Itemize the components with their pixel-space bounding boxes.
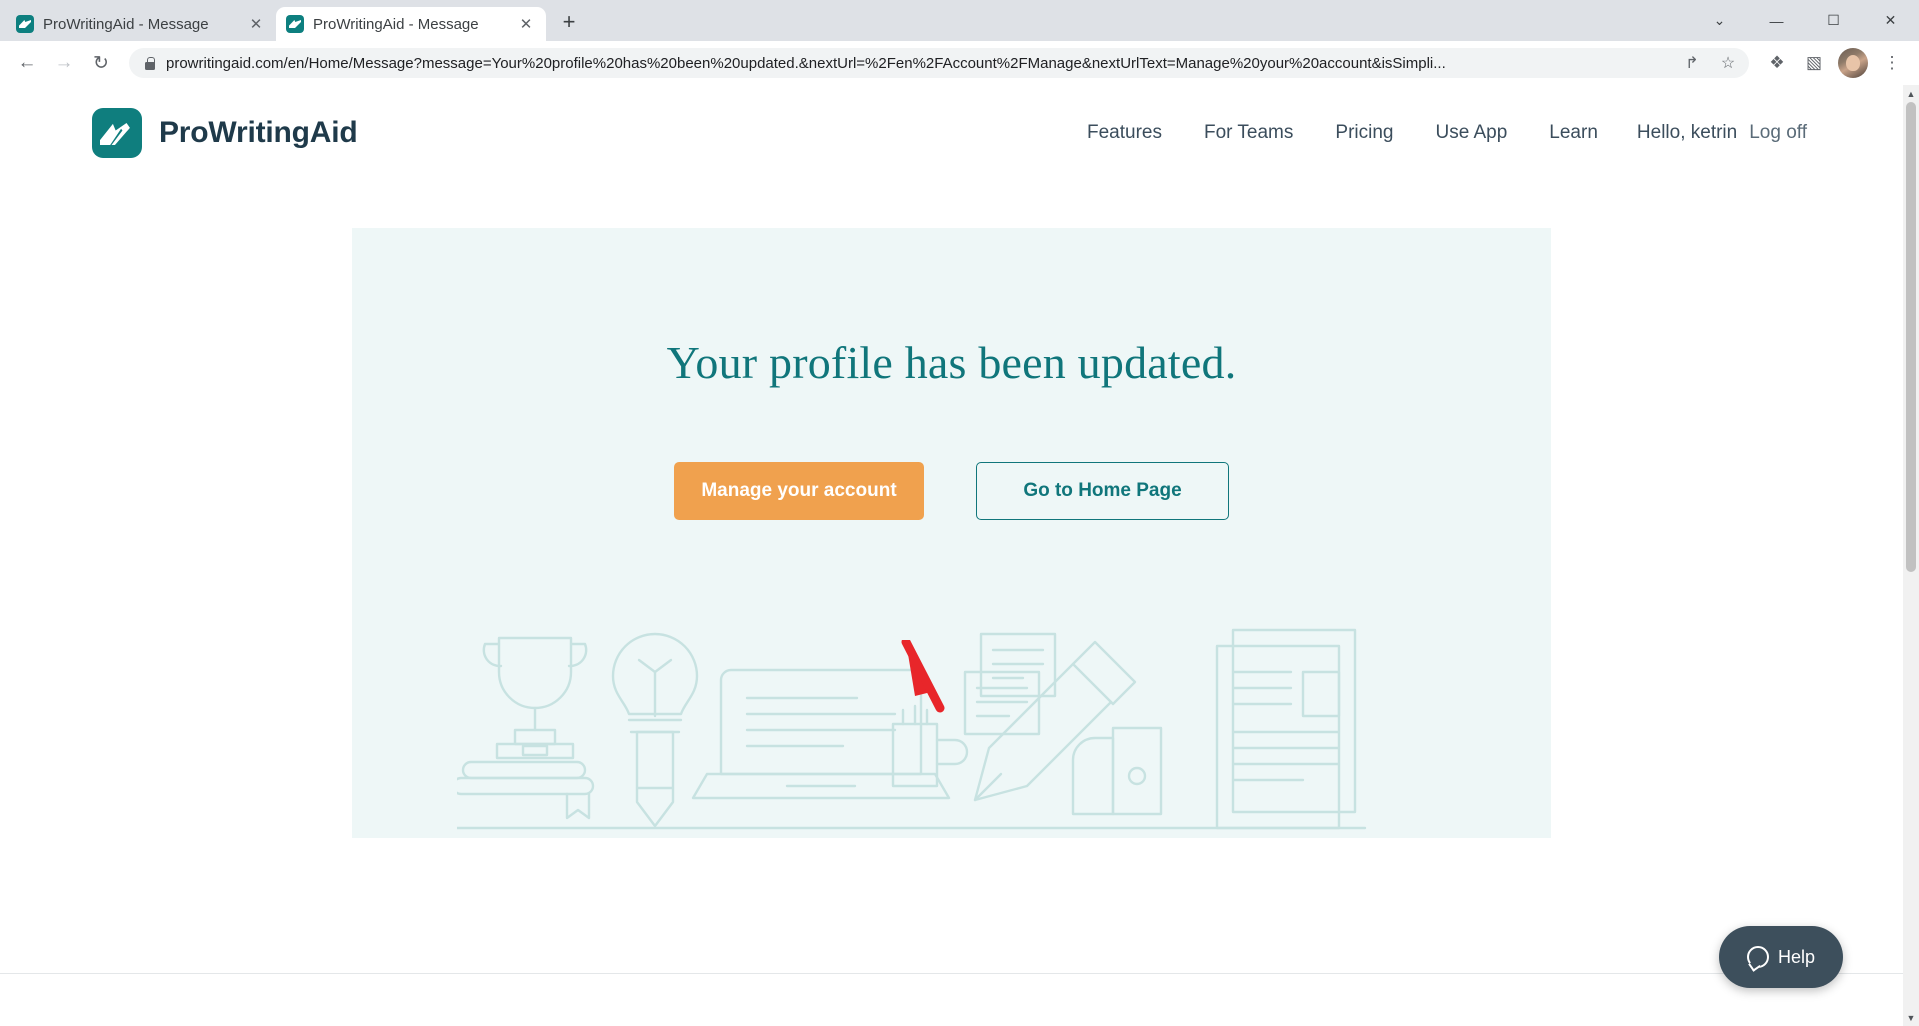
site-header: ProWritingAid Features For Teams Pricing… bbox=[0, 85, 1903, 181]
go-to-home-page-button[interactable]: Go to Home Page bbox=[976, 462, 1229, 520]
scroll-down-arrow-icon[interactable]: ▼ bbox=[1903, 1009, 1919, 1026]
log-off-link[interactable]: Log off bbox=[1743, 122, 1813, 144]
tab-close-icon[interactable]: ✕ bbox=[246, 14, 266, 34]
lock-icon[interactable] bbox=[143, 56, 156, 71]
tab-search-chevron-down-icon[interactable]: ⌄ bbox=[1691, 0, 1748, 41]
prowritingaid-favicon-icon bbox=[16, 15, 34, 33]
side-panel-icon[interactable]: ▧ bbox=[1797, 46, 1831, 80]
nav-link-use-app[interactable]: Use App bbox=[1414, 122, 1528, 144]
scroll-up-arrow-icon[interactable]: ▲ bbox=[1903, 85, 1919, 102]
window-controls: ⌄ — ☐ ✕ bbox=[1691, 0, 1919, 41]
message-hero-panel: Your profile has been updated. Manage yo… bbox=[352, 228, 1551, 838]
browser-window: ProWritingAid - Message ✕ ProWritingAid … bbox=[0, 0, 1919, 1026]
tab-close-icon[interactable]: ✕ bbox=[516, 14, 536, 34]
brand-name: ProWritingAid bbox=[159, 116, 358, 149]
brand-logo-link[interactable]: ProWritingAid bbox=[92, 108, 358, 158]
scrollbar-track[interactable] bbox=[1903, 102, 1919, 1009]
writing-desk-illustration bbox=[352, 588, 1551, 838]
extensions-puzzle-icon[interactable]: ❖ bbox=[1760, 46, 1794, 80]
hero-actions: Manage your account Go to Home Page bbox=[352, 462, 1551, 520]
minimize-button[interactable]: — bbox=[1748, 0, 1805, 41]
site-navigation: Features For Teams Pricing Use App Learn… bbox=[1066, 122, 1813, 144]
manage-your-account-button[interactable]: Manage your account bbox=[674, 462, 924, 520]
prowritingaid-favicon-icon bbox=[286, 15, 304, 33]
nav-link-for-teams[interactable]: For Teams bbox=[1183, 122, 1314, 144]
web-page: ProWritingAid Features For Teams Pricing… bbox=[0, 85, 1903, 1026]
user-greeting: Hello, ketrin bbox=[1636, 122, 1738, 143]
page-divider bbox=[0, 973, 1903, 974]
tab-title: ProWritingAid - Message bbox=[313, 15, 479, 33]
reload-icon[interactable]: ↻ bbox=[84, 46, 118, 80]
nav-link-learn[interactable]: Learn bbox=[1528, 122, 1619, 144]
page-scrollbar[interactable]: ▲ ▼ bbox=[1903, 85, 1919, 1026]
chat-bubble-icon bbox=[1746, 946, 1769, 968]
bookmark-star-icon[interactable]: ☆ bbox=[1715, 50, 1741, 76]
page-title: Your profile has been updated. bbox=[666, 337, 1237, 388]
tab-title: ProWritingAid - Message bbox=[43, 15, 209, 33]
prowritingaid-logo-icon bbox=[92, 108, 142, 158]
close-window-button[interactable]: ✕ bbox=[1862, 0, 1919, 41]
help-widget-button[interactable]: Help bbox=[1719, 926, 1843, 988]
nav-link-pricing[interactable]: Pricing bbox=[1314, 122, 1414, 144]
scrollbar-thumb[interactable] bbox=[1906, 102, 1916, 572]
tab-strip: ProWritingAid - Message ✕ ProWritingAid … bbox=[0, 0, 1919, 41]
url-text: prowritingaid.com/en/Home/Message?messag… bbox=[166, 54, 1446, 72]
forward-arrow-icon[interactable]: → bbox=[47, 46, 81, 80]
back-arrow-icon[interactable]: ← bbox=[10, 46, 44, 80]
address-bar[interactable]: prowritingaid.com/en/Home/Message?messag… bbox=[129, 48, 1749, 78]
browser-menu-icon[interactable]: ⋮ bbox=[1875, 46, 1909, 80]
page-viewport: ProWritingAid Features For Teams Pricing… bbox=[0, 85, 1919, 1026]
nav-link-features[interactable]: Features bbox=[1066, 122, 1183, 144]
browser-tab-1[interactable]: ProWritingAid - Message ✕ bbox=[6, 7, 276, 41]
profile-avatar[interactable] bbox=[1838, 48, 1868, 78]
maximize-button[interactable]: ☐ bbox=[1805, 0, 1862, 41]
share-icon[interactable]: ↱ bbox=[1679, 50, 1705, 76]
browser-toolbar: ← → ↻ prowritingaid.com/en/Home/Message?… bbox=[0, 41, 1919, 85]
help-widget-label: Help bbox=[1777, 946, 1816, 967]
new-tab-button[interactable]: + bbox=[552, 5, 586, 39]
browser-tab-2[interactable]: ProWritingAid - Message ✕ bbox=[276, 7, 546, 41]
